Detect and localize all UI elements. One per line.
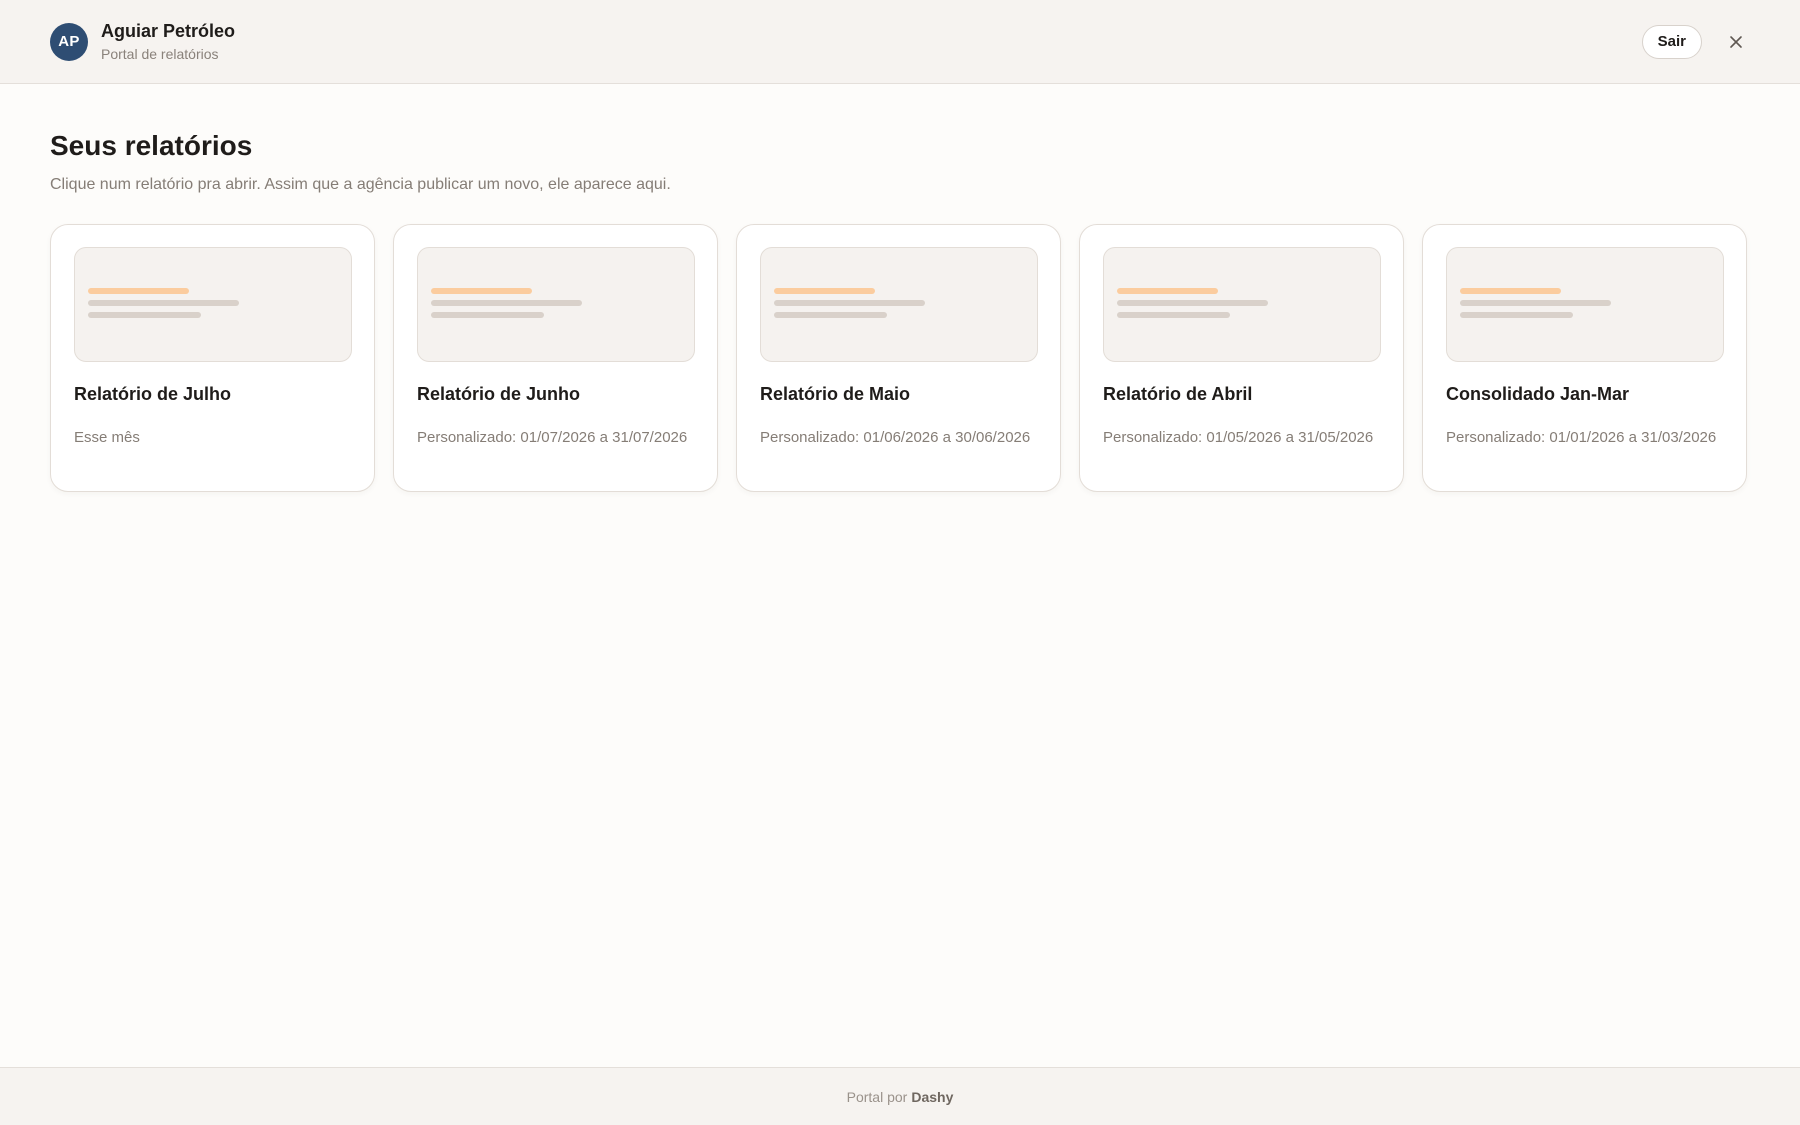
footer-prefix: Portal por <box>846 1088 908 1105</box>
footer: Portal por Dashy <box>0 1067 1800 1125</box>
header-actions: Sair <box>1641 24 1750 59</box>
thumbnail-line <box>1460 300 1611 306</box>
close-button[interactable] <box>1724 30 1748 54</box>
footer-brand: Dashy <box>911 1088 954 1105</box>
thumbnail-line <box>774 312 887 318</box>
thumbnail-line <box>1117 312 1230 318</box>
report-card[interactable]: Relatório de Julho Esse mês <box>50 224 375 492</box>
thumbnail-line <box>774 300 925 306</box>
report-title: Relatório de Junho <box>417 384 581 404</box>
report-period: Esse mês <box>74 429 140 446</box>
report-list: Relatório de Julho Esse mês Relatório de… <box>50 224 1750 492</box>
report-thumbnail <box>760 247 1038 362</box>
report-thumbnail <box>1446 247 1724 362</box>
close-icon <box>1730 35 1742 48</box>
report-card[interactable]: Relatório de Junho Personalizado: 01/07/… <box>393 224 718 492</box>
thumbnail-line <box>88 300 239 306</box>
report-card[interactable]: Consolidado Jan-Mar Personalizado: 01/01… <box>1422 224 1747 492</box>
report-title: Relatório de Abril <box>1103 384 1253 404</box>
thumbnail-accent-line <box>1460 288 1561 294</box>
brand-text: Aguiar Petróleo Portal de relatórios <box>101 21 235 62</box>
thumbnail-accent-line <box>774 288 875 294</box>
top-bar: AP Aguiar Petróleo Portal de relatórios … <box>0 0 1800 84</box>
main-content: Seus relatórios Clique num relatório pra… <box>0 84 1800 1067</box>
report-title: Relatório de Julho <box>74 384 232 404</box>
thumbnail-accent-line <box>1117 288 1218 294</box>
report-title: Consolidado Jan-Mar <box>1446 384 1630 404</box>
report-period: Personalizado: 01/01/2026 a 31/03/2026 <box>1446 429 1717 446</box>
report-thumbnail <box>1103 247 1381 362</box>
company-name: Aguiar Petróleo <box>101 21 236 41</box>
page-subtitle: Clique num relatório pra abrir. Assim qu… <box>50 176 671 193</box>
report-card[interactable]: Relatório de Abril Personalizado: 01/05/… <box>1079 224 1404 492</box>
thumbnail-line <box>431 312 544 318</box>
thumbnail-line <box>1460 312 1573 318</box>
brand: AP Aguiar Petróleo Portal de relatórios <box>50 21 235 62</box>
report-thumbnail <box>74 247 352 362</box>
thumbnail-accent-line <box>88 288 189 294</box>
app-window: AP Aguiar Petróleo Portal de relatórios … <box>0 0 1800 1125</box>
report-period: Personalizado: 01/07/2026 a 31/07/2026 <box>417 429 688 446</box>
report-title: Relatório de Maio <box>760 384 911 404</box>
thumbnail-accent-line <box>431 288 532 294</box>
page-title: Seus relatórios <box>50 130 253 161</box>
report-period: Personalizado: 01/05/2026 a 31/05/2026 <box>1103 429 1374 446</box>
thumbnail-line <box>1117 300 1268 306</box>
portal-label: Portal de relatórios <box>101 46 219 62</box>
thumbnail-line <box>88 312 201 318</box>
report-card[interactable]: Relatório de Maio Personalizado: 01/06/2… <box>736 224 1061 492</box>
report-period: Personalizado: 01/06/2026 a 30/06/2026 <box>760 429 1031 446</box>
logout-button[interactable]: Sair <box>1641 24 1702 59</box>
report-thumbnail <box>417 247 695 362</box>
thumbnail-line <box>431 300 582 306</box>
avatar: AP <box>50 22 88 61</box>
